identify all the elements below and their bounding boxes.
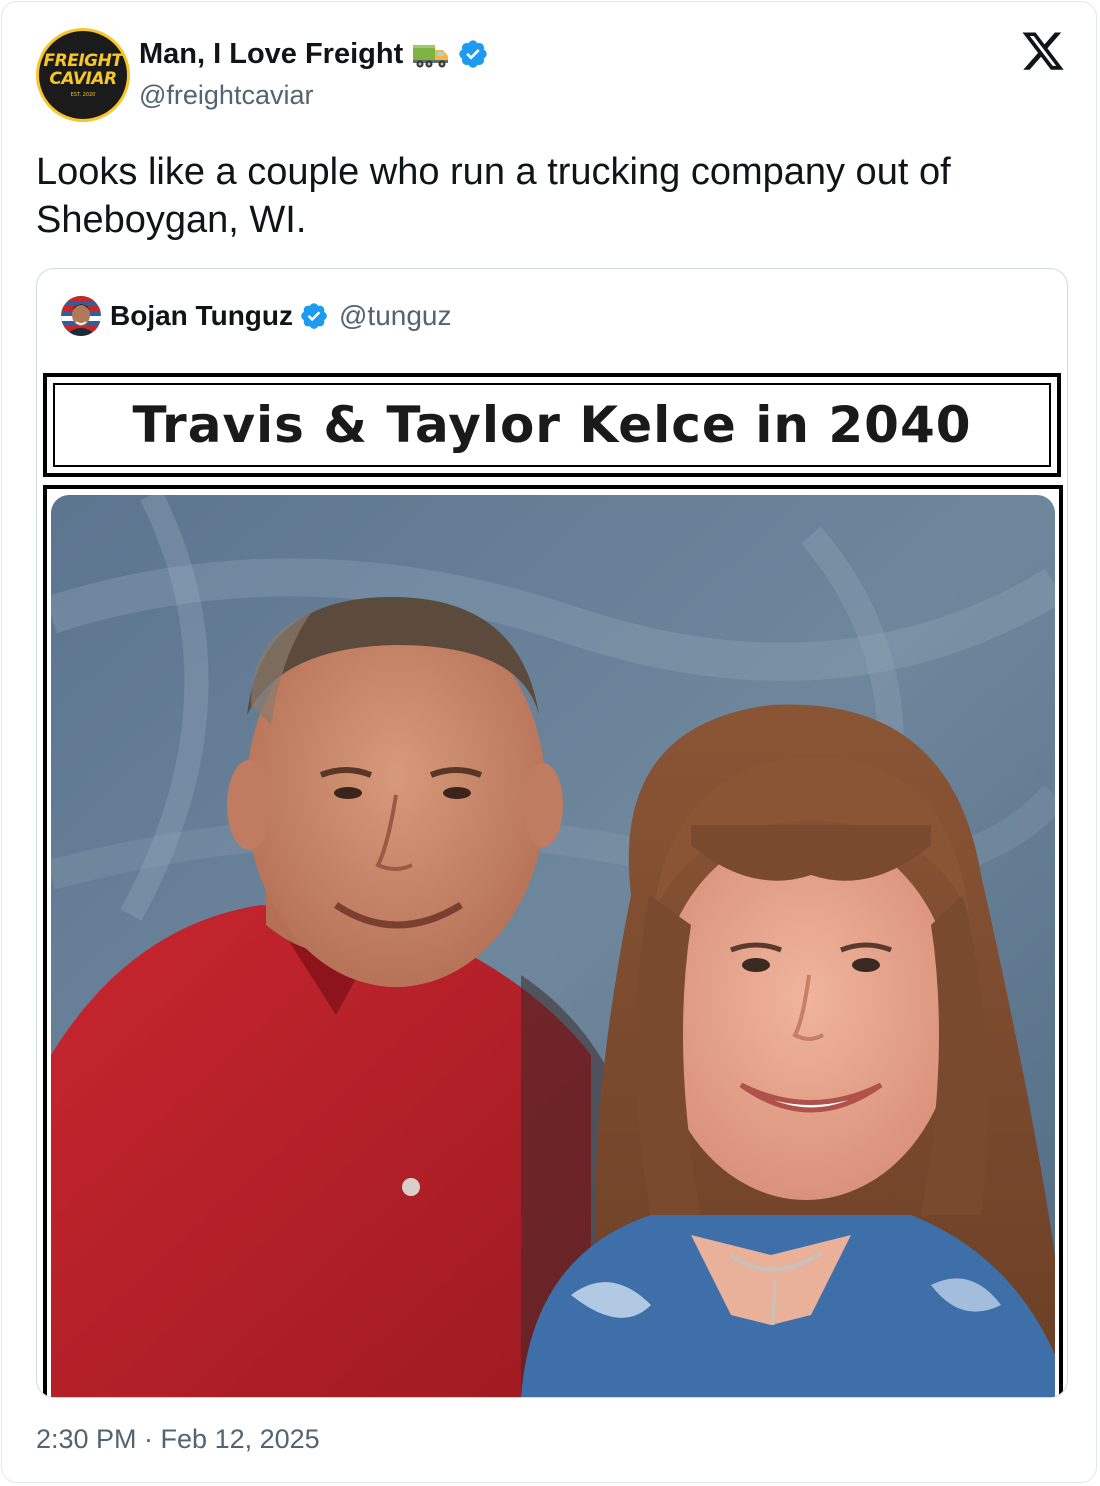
quoted-author-row: Bojan Tunguz @tunguz xyxy=(110,295,452,337)
quoted-author-name[interactable]: Bojan Tunguz xyxy=(110,300,293,332)
meme-title: Travis & Taylor Kelce in 2040 xyxy=(132,396,972,454)
tweet-text: Looks like a couple who run a trucking c… xyxy=(36,151,951,241)
x-logo-icon[interactable] xyxy=(1020,32,1066,74)
author-display-name[interactable]: Man, I Love Freight xyxy=(139,38,403,71)
avatar-text-freight: FREIGHT xyxy=(43,51,123,71)
tweet-card: FREIGHT CAVIAR EST. 2020 Man, I Love Fre… xyxy=(1,1,1097,1483)
meme-photo[interactable] xyxy=(51,495,1055,1397)
verified-badge-icon xyxy=(457,38,489,70)
author-handle[interactable]: @freightcaviar xyxy=(139,80,313,111)
tweet-timestamp[interactable]: 2:30 PM · Feb 12, 2025 xyxy=(36,1424,320,1455)
avatar-text-est: EST. 2020 xyxy=(70,92,96,98)
author-avatar[interactable]: FREIGHT CAVIAR EST. 2020 xyxy=(36,28,130,122)
meme-title-box: Travis & Taylor Kelce in 2040 xyxy=(43,373,1061,477)
verified-badge-icon xyxy=(299,301,329,331)
meme-title-frame: Travis & Taylor Kelce in 2040 xyxy=(53,383,1051,467)
author-name-row: Man, I Love Freight xyxy=(139,34,489,74)
truck-icon xyxy=(411,38,451,70)
quoted-tweet[interactable]: Bojan Tunguz @tunguz Travis & Taylor Kel… xyxy=(36,268,1068,1398)
quoted-author-handle[interactable]: @tunguz xyxy=(339,300,452,332)
quoted-author-avatar[interactable] xyxy=(61,296,101,336)
avatar-text-caviar: CAVIAR xyxy=(49,69,117,89)
